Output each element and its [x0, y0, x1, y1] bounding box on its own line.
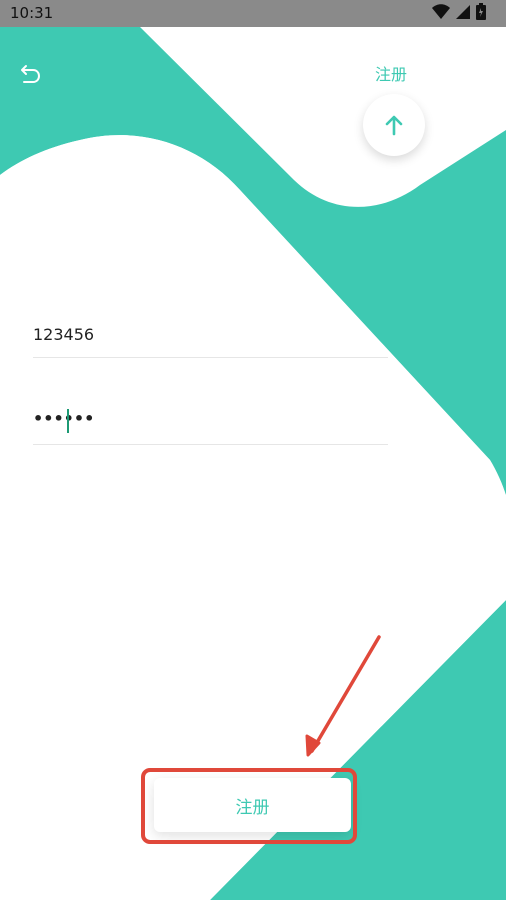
battery-icon	[476, 3, 486, 24]
status-bar: 10:31	[0, 0, 506, 27]
annotation-highlight-box	[141, 768, 357, 844]
undo-arrow-icon[interactable]	[17, 62, 43, 88]
page-title[interactable]: 注册	[375, 61, 407, 85]
arrow-up-button[interactable]	[363, 94, 425, 156]
wifi-icon	[432, 4, 450, 23]
arrow-up-icon	[385, 115, 403, 136]
password-value[interactable]: ••••••	[33, 409, 94, 428]
password-underline	[33, 444, 388, 445]
password-field[interactable]: ••••••	[33, 0, 388, 445]
status-time: 10:31	[10, 4, 54, 22]
username-underline	[33, 357, 388, 358]
background-shapes	[0, 27, 506, 900]
text-cursor	[67, 409, 69, 433]
username-value[interactable]: 123456	[33, 325, 94, 344]
cell-signal-icon	[456, 4, 470, 23]
